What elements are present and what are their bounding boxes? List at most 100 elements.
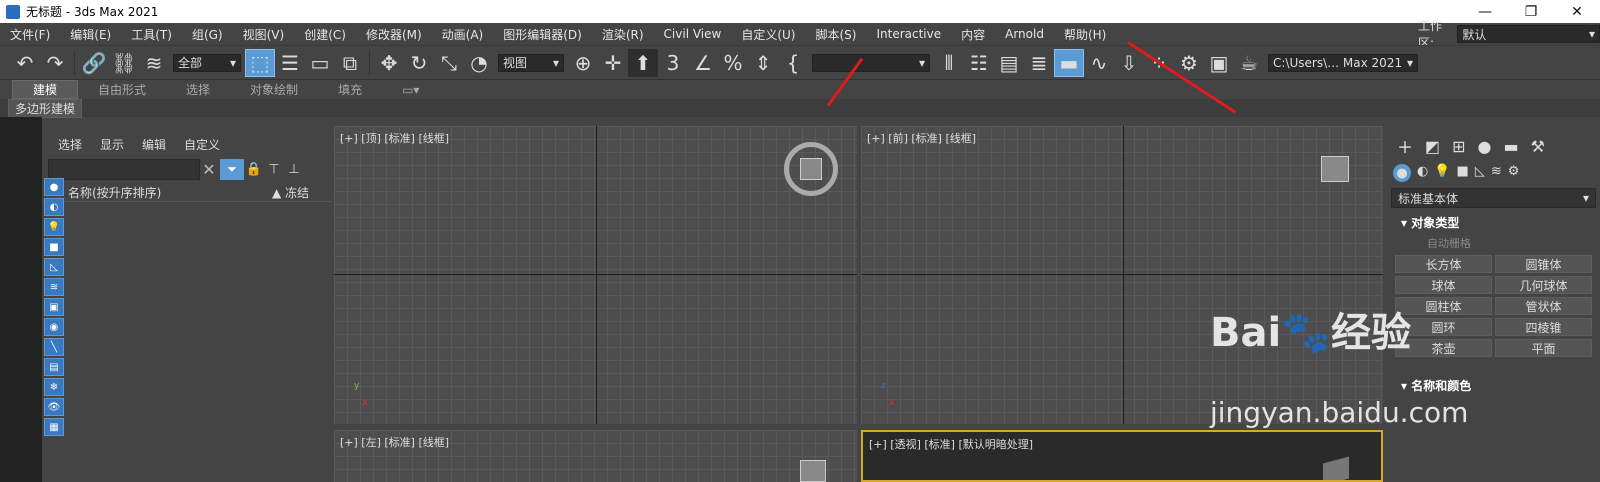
groups-filter-icon[interactable]: ▣ — [44, 298, 64, 316]
rectangular-selection-icon[interactable]: ▭ — [305, 49, 335, 77]
filter-icon[interactable]: ⏷ — [220, 159, 244, 180]
scene-search-input[interactable] — [48, 159, 200, 180]
viewport-perspective[interactable]: [+] [透视] [标准] [默认明暗处理] — [861, 430, 1383, 482]
menu-scripting[interactable]: 脚本(S) — [805, 26, 866, 43]
geosphere-button[interactable]: 几何球体 — [1495, 276, 1592, 294]
toggle-ribbon-icon[interactable]: ▬ — [1054, 48, 1084, 77]
bind-space-warp-icon[interactable]: ≋ — [139, 49, 169, 77]
close-button[interactable]: ✕ — [1554, 0, 1600, 23]
systems-icon[interactable]: ⚙ — [1508, 164, 1520, 182]
maximize-button[interactable]: ❐ — [1508, 0, 1554, 23]
frozen-filter-icon[interactable]: ❄ — [44, 378, 64, 396]
clear-search-icon[interactable]: ✕ — [200, 160, 218, 179]
keyboard-shortcut-override-icon[interactable]: ⬆ — [628, 48, 658, 77]
viewport-label[interactable]: [+] [左] [标准] [线框] — [340, 434, 449, 450]
xrefs-filter-icon[interactable]: ◉ — [44, 318, 64, 336]
menu-edit[interactable]: 编辑(E) — [60, 26, 121, 43]
schematic-view-icon[interactable]: ⇩ — [1114, 49, 1144, 77]
helpers-icon[interactable]: ◺ — [1475, 164, 1485, 182]
hierarchy-icon[interactable]: ⊤ — [264, 162, 284, 177]
viewport-front[interactable]: [+] [前] [标准] [线框] z x — [861, 126, 1383, 424]
lights-icon[interactable]: 💡 — [1434, 164, 1450, 182]
motion-tab-icon[interactable]: ● — [1478, 137, 1492, 156]
menu-interactive[interactable]: Interactive — [866, 27, 951, 41]
select-object-icon[interactable]: ⬚ — [245, 48, 275, 77]
polygon-modeling-panel[interactable]: 多边形建模 — [8, 98, 83, 118]
tube-button[interactable]: 管状体 — [1495, 297, 1592, 315]
menu-group[interactable]: 组(G) — [182, 26, 233, 43]
scene-menu-display[interactable]: 显示 — [100, 136, 124, 153]
align-icon[interactable]: ☷ — [964, 49, 994, 77]
hidden-filter-icon[interactable]: 👁 — [44, 398, 64, 416]
ribbon-tab-object-paint[interactable]: 对象绘制 — [230, 81, 318, 98]
pivot-center-icon[interactable]: ⊕ — [568, 49, 598, 77]
unlink-icon[interactable]: ⛓ — [109, 49, 139, 77]
viewcube-icon[interactable] — [800, 460, 826, 482]
shapes-filter-icon[interactable]: ◐ — [44, 198, 64, 216]
placement-icon[interactable]: ◔ — [464, 49, 494, 77]
mirror-icon[interactable]: ⫴ — [934, 49, 964, 77]
window-crossing-icon[interactable]: ⧉ — [335, 49, 365, 77]
angle-snap-icon[interactable]: ∠ — [688, 49, 718, 77]
menu-tools[interactable]: 工具(T) — [121, 26, 182, 43]
viewcube-icon[interactable] — [1321, 156, 1349, 182]
project-path-dropdown[interactable]: C:\Users\… Max 2021 ▾ — [1268, 53, 1418, 72]
create-tab-icon[interactable]: ＋ — [1397, 134, 1413, 158]
column-name[interactable]: 名称(按升序排序) — [42, 184, 272, 201]
containers-filter-icon[interactable]: ▤ — [44, 358, 64, 376]
menu-help[interactable]: 帮助(H) — [1054, 26, 1116, 43]
ribbon-tab-selection[interactable]: 选择 — [166, 81, 230, 98]
menu-animation[interactable]: 动画(A) — [432, 26, 494, 43]
utilities-tab-icon[interactable]: ⚒ — [1531, 137, 1545, 156]
select-by-name-icon[interactable]: ☰ — [275, 49, 305, 77]
scale-icon[interactable]: ⤡ — [434, 49, 464, 77]
menu-modifiers[interactable]: 修改器(M) — [356, 26, 432, 43]
curve-editor-icon[interactable]: ∿ — [1084, 49, 1114, 77]
cameras-filter-icon[interactable]: ■ — [44, 238, 64, 256]
hierarchy-collapse-icon[interactable]: ⊥ — [284, 162, 304, 177]
menu-customize[interactable]: 自定义(U) — [731, 26, 805, 43]
menu-rendering[interactable]: 渲染(R) — [592, 26, 654, 43]
spinner-snap-icon[interactable]: ⇕ — [748, 49, 778, 77]
viewport-label[interactable]: [+] [顶] [标准] [线框] — [340, 130, 449, 146]
selection-filter-dropdown[interactable]: 全部 ▾ — [173, 53, 241, 72]
render-setup-icon[interactable]: ⚙ — [1174, 49, 1204, 77]
percent-snap-icon[interactable]: % — [718, 49, 748, 77]
space-warps-icon[interactable]: ≋ — [1491, 164, 1502, 182]
scene-menu-edit[interactable]: 编辑 — [142, 136, 166, 153]
menu-graph-editors[interactable]: 图形编辑器(D) — [493, 26, 592, 43]
workspace-dropdown[interactable]: 默认 ▾ — [1457, 25, 1600, 43]
ribbon-options-icon[interactable]: ▭▾ — [382, 83, 439, 97]
toggle-layer-explorer-icon[interactable]: ≣ — [1024, 49, 1054, 77]
edit-named-selection-icon[interactable]: { — [778, 49, 808, 77]
shapes-icon[interactable]: ◐ — [1417, 164, 1428, 182]
menu-views[interactable]: 视图(V) — [233, 26, 295, 43]
render-production-icon[interactable]: ☕ — [1234, 49, 1264, 77]
lights-filter-icon[interactable]: 💡 — [44, 218, 64, 236]
box-button[interactable]: 长方体 — [1395, 255, 1492, 273]
display-tab-icon[interactable]: ▬ — [1504, 137, 1519, 156]
select-manipulate-icon[interactable]: ✛ — [598, 49, 628, 77]
ribbon-tab-modeling[interactable]: 建模 — [12, 80, 79, 99]
cone-button[interactable]: 圆锥体 — [1495, 255, 1592, 273]
more-filter-icon[interactable]: ▦ — [44, 418, 64, 436]
named-selection-sets-dropdown[interactable]: ▾ — [812, 53, 930, 72]
link-icon[interactable]: 🔗 — [79, 49, 109, 77]
ribbon-tab-populate[interactable]: 填充 — [318, 81, 382, 98]
cameras-icon[interactable]: ■ — [1457, 164, 1469, 182]
viewport-top[interactable]: [+] [顶] [标准] [线框] y x — [334, 126, 857, 424]
toggle-scene-explorer-icon[interactable]: ▤ — [994, 49, 1024, 77]
reference-coordinate-dropdown[interactable]: 视图 ▾ — [498, 53, 564, 72]
bones-filter-icon[interactable]: ╲ — [44, 338, 64, 356]
snaps-toggle-icon[interactable]: 3 — [658, 49, 688, 77]
scene-menu-customize[interactable]: 自定义 — [184, 136, 220, 153]
viewport-label[interactable]: [+] [透视] [标准] [默认明暗处理] — [869, 436, 1033, 452]
geometry-icon[interactable]: ● — [1393, 164, 1411, 182]
scene-menu-select[interactable]: 选择 — [58, 136, 82, 153]
rotate-icon[interactable]: ↻ — [404, 49, 434, 77]
plane-button[interactable]: 平面 — [1495, 339, 1592, 357]
pyramid-button[interactable]: 四棱锥 — [1495, 318, 1592, 336]
object-category-dropdown[interactable]: 标准基本体 ▾ — [1391, 188, 1596, 208]
redo-icon[interactable]: ↷ — [40, 49, 70, 77]
helpers-filter-icon[interactable]: ◺ — [44, 258, 64, 276]
